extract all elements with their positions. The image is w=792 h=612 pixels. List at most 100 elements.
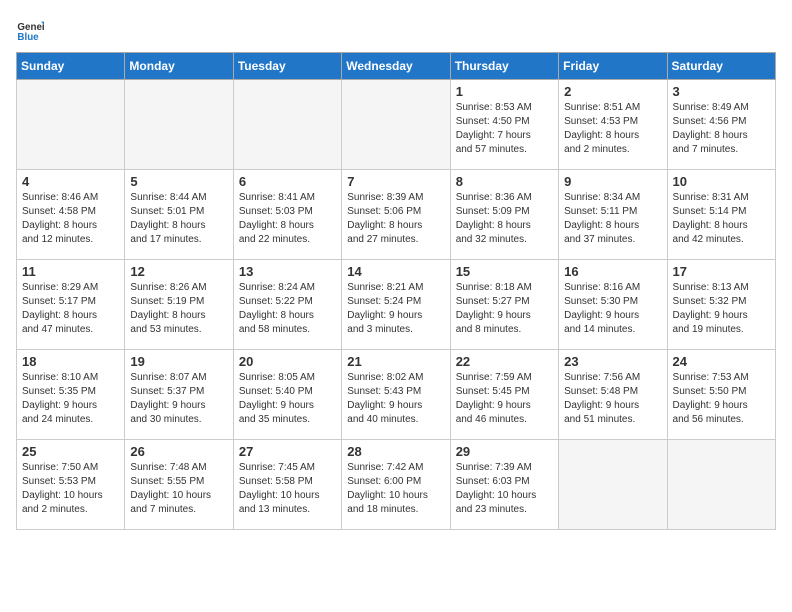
day-number: 14 (347, 264, 444, 279)
calendar-cell: 6 Sunrise: 8:41 AM Sunset: 5:03 PM Daylig… (233, 170, 341, 260)
calendar-cell: 10 Sunrise: 8:31 AM Sunset: 5:14 PM Dayli… (667, 170, 775, 260)
col-header-sunday: Sunday (17, 53, 125, 80)
calendar-cell: 29 Sunrise: 7:39 AM Sunset: 6:03 PM Dayli… (450, 440, 558, 530)
calendar-cell: 25 Sunrise: 7:50 AM Sunset: 5:53 PM Dayli… (17, 440, 125, 530)
day-number: 24 (673, 354, 770, 369)
day-info: Sunrise: 8:05 AM Sunset: 5:40 PM Dayligh… (239, 371, 336, 427)
day-info: Sunrise: 7:48 AM Sunset: 5:55 PM Dayligh… (130, 461, 227, 517)
logo: General Blue (16, 16, 48, 44)
calendar-cell (559, 440, 667, 530)
day-info: Sunrise: 8:02 AM Sunset: 5:43 PM Dayligh… (347, 371, 444, 427)
day-number: 17 (673, 264, 770, 279)
calendar-week-4: 18 Sunrise: 8:10 AM Sunset: 5:35 PM Dayli… (17, 350, 776, 440)
calendar-cell: 9 Sunrise: 8:34 AM Sunset: 5:11 PM Daylig… (559, 170, 667, 260)
day-info: Sunrise: 8:41 AM Sunset: 5:03 PM Dayligh… (239, 191, 336, 247)
calendar-cell (125, 80, 233, 170)
calendar-cell: 7 Sunrise: 8:39 AM Sunset: 5:06 PM Daylig… (342, 170, 450, 260)
calendar-cell: 1Sunrise: 8:53 AM Sunset: 4:50 PM Daylig… (450, 80, 558, 170)
day-number: 4 (22, 174, 119, 189)
day-number: 10 (673, 174, 770, 189)
day-info: Sunrise: 8:26 AM Sunset: 5:19 PM Dayligh… (130, 281, 227, 337)
day-number: 11 (22, 264, 119, 279)
day-info: Sunrise: 8:24 AM Sunset: 5:22 PM Dayligh… (239, 281, 336, 337)
svg-text:Blue: Blue (17, 32, 39, 43)
day-info: Sunrise: 8:16 AM Sunset: 5:30 PM Dayligh… (564, 281, 661, 337)
day-info: Sunrise: 8:10 AM Sunset: 5:35 PM Dayligh… (22, 371, 119, 427)
day-info: Sunrise: 8:51 AM Sunset: 4:53 PM Dayligh… (564, 101, 661, 157)
calendar-cell: 19 Sunrise: 8:07 AM Sunset: 5:37 PM Dayli… (125, 350, 233, 440)
day-info: Sunrise: 8:29 AM Sunset: 5:17 PM Dayligh… (22, 281, 119, 337)
calendar-cell: 21 Sunrise: 8:02 AM Sunset: 5:43 PM Dayli… (342, 350, 450, 440)
calendar-cell: 5 Sunrise: 8:44 AM Sunset: 5:01 PM Daylig… (125, 170, 233, 260)
calendar-cell: 22Sunrise: 7:59 AM Sunset: 5:45 PM Dayli… (450, 350, 558, 440)
header: General Blue (16, 16, 776, 44)
calendar-week-5: 25 Sunrise: 7:50 AM Sunset: 5:53 PM Dayli… (17, 440, 776, 530)
day-info: Sunrise: 8:31 AM Sunset: 5:14 PM Dayligh… (673, 191, 770, 247)
day-info: Sunrise: 8:39 AM Sunset: 5:06 PM Dayligh… (347, 191, 444, 247)
calendar-cell: 27 Sunrise: 7:45 AM Sunset: 5:58 PM Dayli… (233, 440, 341, 530)
day-number: 21 (347, 354, 444, 369)
calendar-cell (667, 440, 775, 530)
day-number: 3 (673, 84, 770, 99)
calendar-week-1: 1Sunrise: 8:53 AM Sunset: 4:50 PM Daylig… (17, 80, 776, 170)
day-number: 25 (22, 444, 119, 459)
day-info: Sunrise: 7:42 AM Sunset: 6:00 PM Dayligh… (347, 461, 444, 517)
col-header-wednesday: Wednesday (342, 53, 450, 80)
calendar-cell: 28 Sunrise: 7:42 AM Sunset: 6:00 PM Dayli… (342, 440, 450, 530)
day-number: 22 (456, 354, 553, 369)
calendar-cell: 24 Sunrise: 7:53 AM Sunset: 5:50 PM Dayli… (667, 350, 775, 440)
calendar-week-3: 11 Sunrise: 8:29 AM Sunset: 5:17 PM Dayli… (17, 260, 776, 350)
day-number: 29 (456, 444, 553, 459)
calendar-cell: 2Sunrise: 8:51 AM Sunset: 4:53 PM Daylig… (559, 80, 667, 170)
day-number: 7 (347, 174, 444, 189)
calendar-cell: 15Sunrise: 8:18 AM Sunset: 5:27 PM Dayli… (450, 260, 558, 350)
calendar-cell (342, 80, 450, 170)
day-info: Sunrise: 7:39 AM Sunset: 6:03 PM Dayligh… (456, 461, 553, 517)
calendar-cell: 16 Sunrise: 8:16 AM Sunset: 5:30 PM Dayli… (559, 260, 667, 350)
day-info: Sunrise: 8:21 AM Sunset: 5:24 PM Dayligh… (347, 281, 444, 337)
day-info: Sunrise: 8:13 AM Sunset: 5:32 PM Dayligh… (673, 281, 770, 337)
calendar-cell: 13 Sunrise: 8:24 AM Sunset: 5:22 PM Dayli… (233, 260, 341, 350)
day-number: 19 (130, 354, 227, 369)
day-info: Sunrise: 7:50 AM Sunset: 5:53 PM Dayligh… (22, 461, 119, 517)
logo-icon: General Blue (16, 16, 44, 44)
day-info: Sunrise: 8:36 AM Sunset: 5:09 PM Dayligh… (456, 191, 553, 247)
day-number: 16 (564, 264, 661, 279)
day-number: 6 (239, 174, 336, 189)
calendar-table: SundayMondayTuesdayWednesdayThursdayFrid… (16, 52, 776, 530)
calendar-header-row: SundayMondayTuesdayWednesdayThursdayFrid… (17, 53, 776, 80)
col-header-thursday: Thursday (450, 53, 558, 80)
day-number: 15 (456, 264, 553, 279)
day-info: Sunrise: 8:53 AM Sunset: 4:50 PM Dayligh… (456, 101, 553, 157)
calendar-cell: 18 Sunrise: 8:10 AM Sunset: 5:35 PM Dayli… (17, 350, 125, 440)
calendar-cell: 26 Sunrise: 7:48 AM Sunset: 5:55 PM Dayli… (125, 440, 233, 530)
calendar-cell (17, 80, 125, 170)
col-header-monday: Monday (125, 53, 233, 80)
day-info: Sunrise: 7:45 AM Sunset: 5:58 PM Dayligh… (239, 461, 336, 517)
col-header-friday: Friday (559, 53, 667, 80)
day-info: Sunrise: 7:53 AM Sunset: 5:50 PM Dayligh… (673, 371, 770, 427)
calendar-cell: 11 Sunrise: 8:29 AM Sunset: 5:17 PM Dayli… (17, 260, 125, 350)
calendar-week-2: 4 Sunrise: 8:46 AM Sunset: 4:58 PM Daylig… (17, 170, 776, 260)
calendar-cell: 4 Sunrise: 8:46 AM Sunset: 4:58 PM Daylig… (17, 170, 125, 260)
day-number: 13 (239, 264, 336, 279)
day-info: Sunrise: 8:46 AM Sunset: 4:58 PM Dayligh… (22, 191, 119, 247)
day-info: Sunrise: 8:34 AM Sunset: 5:11 PM Dayligh… (564, 191, 661, 247)
day-info: Sunrise: 8:49 AM Sunset: 4:56 PM Dayligh… (673, 101, 770, 157)
col-header-tuesday: Tuesday (233, 53, 341, 80)
day-number: 5 (130, 174, 227, 189)
calendar-cell: 3 Sunrise: 8:49 AM Sunset: 4:56 PM Daylig… (667, 80, 775, 170)
day-number: 18 (22, 354, 119, 369)
calendar-cell (233, 80, 341, 170)
calendar-cell: 23 Sunrise: 7:56 AM Sunset: 5:48 PM Dayli… (559, 350, 667, 440)
day-number: 27 (239, 444, 336, 459)
day-number: 9 (564, 174, 661, 189)
day-number: 23 (564, 354, 661, 369)
day-info: Sunrise: 7:56 AM Sunset: 5:48 PM Dayligh… (564, 371, 661, 427)
day-info: Sunrise: 8:07 AM Sunset: 5:37 PM Dayligh… (130, 371, 227, 427)
day-number: 26 (130, 444, 227, 459)
calendar-cell: 12Sunrise: 8:26 AM Sunset: 5:19 PM Dayli… (125, 260, 233, 350)
calendar-cell: 20Sunrise: 8:05 AM Sunset: 5:40 PM Dayli… (233, 350, 341, 440)
day-info: Sunrise: 8:44 AM Sunset: 5:01 PM Dayligh… (130, 191, 227, 247)
day-number: 28 (347, 444, 444, 459)
